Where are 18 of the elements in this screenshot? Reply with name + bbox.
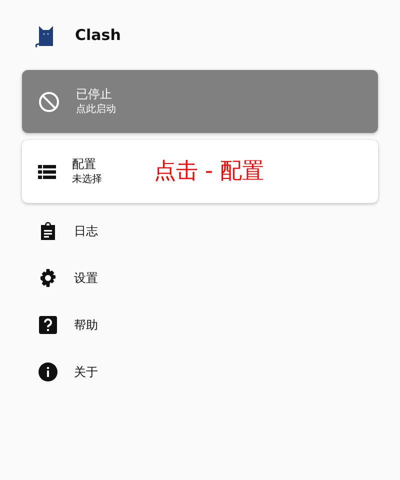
profile-card[interactable]: 配置 未选择 点击 - 配置	[22, 140, 378, 203]
status-card[interactable]: 已停止 点此启动	[22, 70, 378, 133]
status-title: 已停止	[76, 87, 113, 103]
clipboard-icon	[38, 220, 58, 240]
blocked-icon	[38, 90, 60, 112]
app-title: Clash	[75, 24, 121, 46]
info-icon	[38, 362, 58, 382]
profile-subtitle: 未选择	[72, 172, 102, 186]
profile-title: 配置	[72, 157, 97, 173]
menu-item[interactable]: 关于	[0, 348, 400, 395]
status-subtitle: 点此启动	[76, 102, 116, 116]
menu-item[interactable]: 日志	[0, 207, 400, 254]
menu-item[interactable]: 帮助	[0, 301, 400, 348]
menu-item[interactable]: 设置	[0, 254, 400, 301]
annotation-text: 点击 - 配置	[154, 158, 264, 186]
help-icon	[38, 314, 58, 334]
list-icon	[38, 164, 56, 178]
settings-icon	[38, 268, 58, 288]
